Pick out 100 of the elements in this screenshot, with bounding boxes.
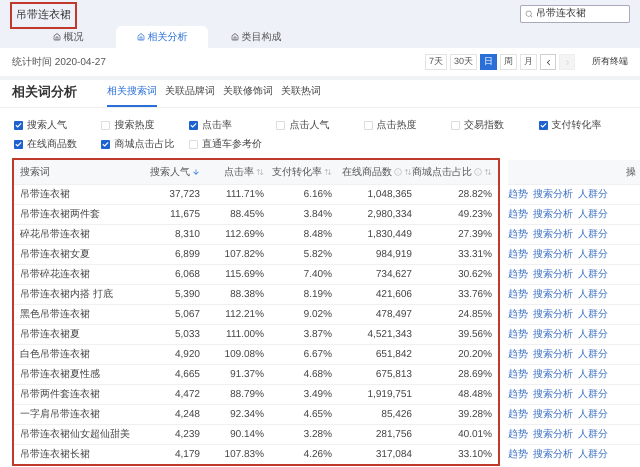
period-button[interactable]: 月 [520, 54, 537, 70]
table-cell-text: 24.85% [457, 308, 492, 322]
action-link[interactable]: 搜索分析 [533, 287, 573, 302]
action-link[interactable]: 搜索分析 [533, 427, 573, 442]
action-link[interactable]: 搜索分析 [533, 447, 573, 462]
action-link[interactable]: 人群分 [578, 287, 608, 302]
column-header: 支付转化率 [272, 166, 322, 180]
action-link[interactable]: 趋势 [508, 327, 528, 342]
column-header: 搜索词 [20, 166, 50, 180]
action-link[interactable]: 人群分 [578, 407, 608, 422]
checkbox-label: 点击热度 [376, 118, 417, 133]
sort-icon[interactable] [484, 168, 492, 176]
table-cell-text: 317,084 [374, 448, 412, 462]
action-link[interactable]: 人群分 [578, 427, 608, 442]
period-button[interactable]: 7天 [424, 54, 447, 70]
checkbox-label: 在线商品数 [27, 138, 77, 152]
action-link[interactable]: 趋势 [508, 347, 528, 362]
table-cell-text: 3.28% [302, 428, 332, 442]
table-cell-text: 8.48% [302, 228, 332, 242]
action-link[interactable]: 搜索分析 [533, 367, 573, 382]
action-link[interactable]: 趋势 [508, 227, 528, 242]
action-link[interactable]: 搜索分析 [533, 267, 573, 282]
checkbox-label: 商城点击占比 [114, 138, 174, 152]
action-link[interactable]: 搜索分析 [533, 307, 573, 322]
action-link[interactable]: 趋势 [508, 187, 528, 202]
sort-icon[interactable] [404, 168, 412, 176]
action-link[interactable]: 搜索分析 [533, 407, 573, 422]
table-cell-text: 675,813 [374, 368, 412, 382]
action-link[interactable]: 人群分 [578, 307, 608, 322]
action-link[interactable]: 人群分 [578, 207, 608, 222]
action-link[interactable]: 趋势 [508, 307, 528, 322]
action-link[interactable]: 趋势 [508, 267, 528, 282]
action-link[interactable]: 趋势 [508, 207, 528, 222]
checkbox[interactable] [101, 140, 110, 149]
action-link[interactable]: 人群分 [578, 187, 608, 202]
action-link[interactable]: 搜索分析 [533, 207, 573, 222]
table-cell-text: 651,842 [374, 348, 412, 362]
period-button[interactable]: 周 [500, 54, 517, 70]
subtab[interactable]: 关联品牌词 [165, 84, 215, 107]
action-link[interactable]: 搜索分析 [533, 387, 573, 402]
action-link[interactable]: 趋势 [508, 247, 528, 262]
checkbox[interactable] [14, 140, 23, 149]
subtab[interactable]: 相关搜索词 [107, 84, 157, 107]
action-link[interactable]: 人群分 [578, 327, 608, 342]
table-cell-text: 吊带连衣裙两件套 [20, 208, 101, 222]
action-link[interactable]: 趋势 [508, 367, 528, 382]
checkbox[interactable] [188, 121, 198, 130]
column-header: 点击率 [224, 166, 254, 180]
action-link[interactable]: 人群分 [578, 387, 608, 402]
action-link[interactable]: 搜索分析 [533, 187, 573, 202]
nav-tab[interactable]: 相关分析 [116, 26, 208, 48]
table-cell-text: 281,756 [374, 428, 412, 442]
table-cell-text: 吊带连衣裙夏性感 [20, 368, 101, 382]
subtab[interactable]: 关联修饰词 [223, 84, 273, 107]
info-icon [394, 168, 402, 176]
action-link[interactable]: 搜索分析 [533, 247, 573, 262]
sort-icon[interactable] [324, 168, 332, 176]
table-cell-text: 112.21% [224, 308, 264, 322]
house-icon [230, 33, 238, 41]
action-link[interactable]: 人群分 [578, 267, 608, 282]
nav-tab[interactable]: 概况 [22, 26, 114, 48]
table-cell-text: 1,830,449 [366, 228, 412, 242]
table-cell-text: 28.82% [457, 188, 492, 202]
terminal-selector[interactable]: 所有终端 [592, 55, 628, 69]
table-cell-text: 1,919,751 [366, 388, 412, 402]
action-link[interactable]: 趋势 [508, 407, 528, 422]
action-link[interactable]: 趋势 [508, 287, 528, 302]
table-cell-text: 49.23% [457, 208, 492, 222]
action-link[interactable]: 人群分 [578, 347, 608, 362]
checkbox[interactable] [538, 121, 548, 130]
table-cell-text: 20.20% [457, 348, 492, 362]
table-cell-text: 91.37% [229, 368, 264, 382]
previous-button[interactable] [540, 54, 556, 70]
action-link[interactable]: 人群分 [578, 227, 608, 242]
table-cell-text: 6.16% [302, 188, 332, 202]
column-header: 搜索人气 [150, 166, 190, 180]
period-button[interactable]: 30天 [450, 54, 477, 70]
table-cell-text: 33.10% [457, 448, 492, 462]
action-link[interactable]: 人群分 [578, 247, 608, 262]
action-link[interactable]: 搜索分析 [533, 347, 573, 362]
sort-down-icon[interactable] [192, 168, 200, 176]
action-link[interactable]: 趋势 [508, 427, 528, 442]
nav-tab[interactable]: 类目构成 [210, 26, 302, 48]
action-link[interactable]: 趋势 [508, 387, 528, 402]
table-cell-text: 92.34% [229, 408, 264, 422]
table-cell-text: 6,899 [174, 248, 200, 262]
action-link[interactable]: 人群分 [578, 447, 608, 462]
checkbox[interactable] [14, 121, 23, 130]
action-link[interactable]: 搜索分析 [533, 227, 573, 242]
table-cell-text: 4,920 [174, 348, 200, 362]
action-link[interactable]: 搜索分析 [533, 327, 573, 342]
table-cell-text: 107.82% [224, 248, 264, 262]
subtab[interactable]: 关联热词 [281, 84, 321, 107]
table-cell-text: 109.08% [224, 348, 264, 362]
action-link[interactable]: 趋势 [508, 447, 528, 462]
search-field[interactable]: 吊带连衣裙 [520, 5, 630, 23]
sort-icon[interactable] [256, 168, 264, 176]
period-button[interactable]: 日 [480, 54, 497, 70]
action-link[interactable]: 人群分 [578, 367, 608, 382]
table-cell-text: 33.31% [457, 248, 492, 262]
